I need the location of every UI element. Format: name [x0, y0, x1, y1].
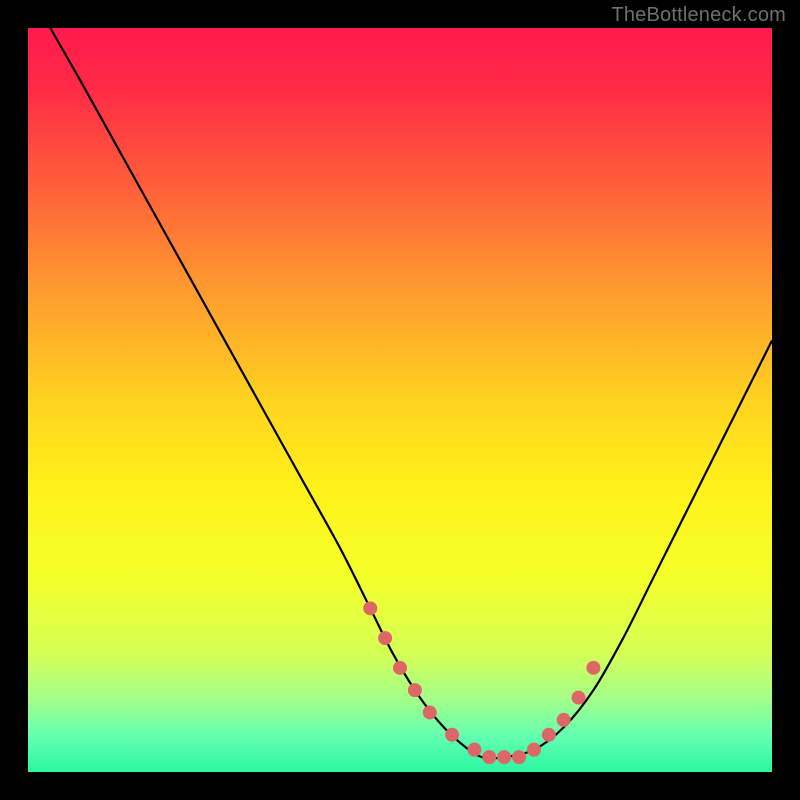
- data-point: [557, 713, 571, 727]
- data-point: [445, 728, 459, 742]
- data-point: [467, 743, 481, 757]
- data-point: [378, 631, 392, 645]
- watermark-text: TheBottleneck.com: [611, 4, 786, 27]
- data-point: [482, 750, 496, 764]
- data-point: [542, 728, 556, 742]
- chart-svg: [28, 28, 772, 772]
- data-point: [527, 743, 541, 757]
- chart-frame: TheBottleneck.com: [0, 0, 800, 800]
- data-point: [363, 601, 377, 615]
- data-point: [423, 705, 437, 719]
- plot-area: [28, 28, 772, 772]
- data-point: [512, 750, 526, 764]
- data-point: [497, 750, 511, 764]
- data-point: [393, 661, 407, 675]
- data-point: [586, 661, 600, 675]
- gradient-background: [28, 28, 772, 772]
- data-point: [572, 691, 586, 705]
- data-point: [408, 683, 422, 697]
